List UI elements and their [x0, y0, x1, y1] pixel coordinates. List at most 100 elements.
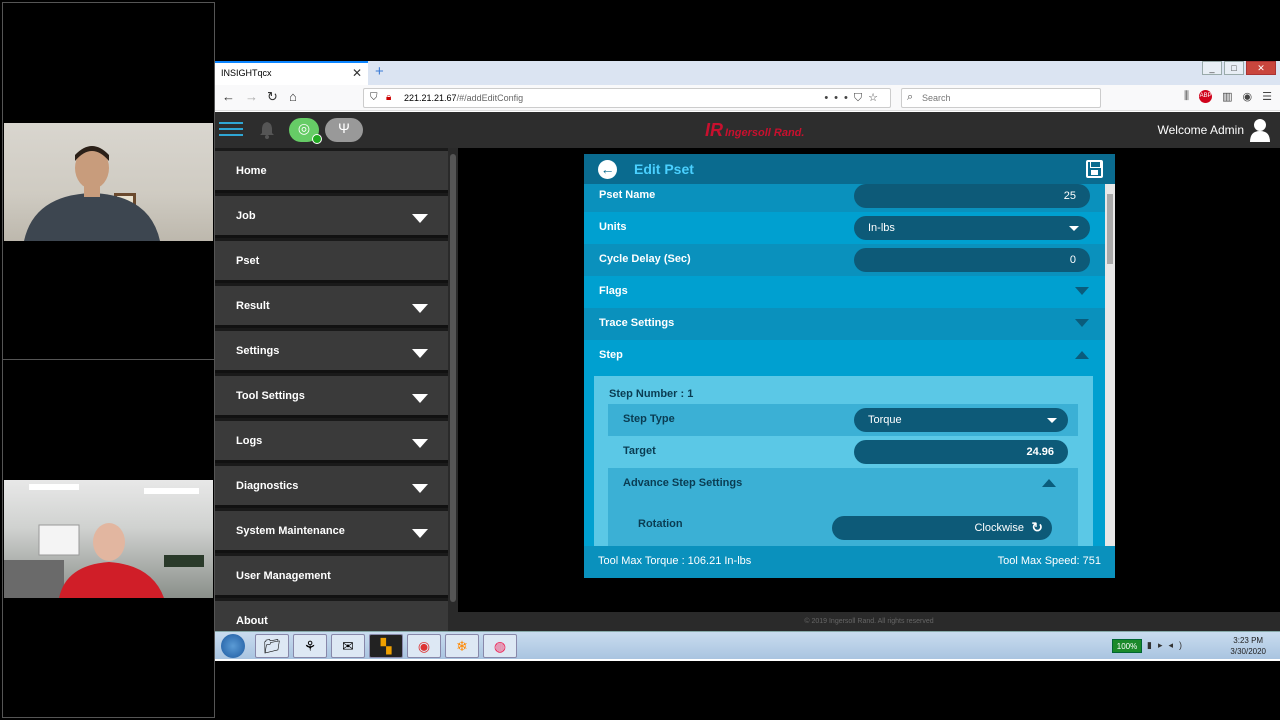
window-controls: _ □ ✕ [1202, 61, 1276, 75]
tool-max-speed: Tool Max Speed: 751 [997, 555, 1101, 567]
new-tab-button[interactable]: + [375, 63, 384, 80]
trace-settings-row[interactable]: Trace Settings [584, 308, 1105, 340]
system-tray-icons[interactable]: ▮▸◂) [1147, 640, 1188, 651]
menu-icon[interactable]: ☰ [1262, 90, 1272, 103]
logo-mark: IR [705, 120, 723, 140]
url-host: 221.21.21.67 [404, 93, 457, 103]
rotation-toggle[interactable]: Clockwise ↻ [832, 516, 1052, 540]
chevron-down-icon[interactable] [412, 304, 428, 313]
system-clock[interactable]: 3:23 PM 3/30/2020 [1230, 635, 1266, 657]
step-type-value: Torque [868, 414, 902, 426]
firefox-icon[interactable]: ◍ [483, 634, 517, 658]
browser-window: INSIGHTqcx ✕ + _ □ ✕ ← → ↻ ⌂ ⛉ 🔒︎ 221.21… [215, 61, 1280, 661]
url-path: /#/addEditConfig [456, 93, 524, 103]
network-app-icon[interactable]: ⚘ [293, 634, 327, 658]
shield-icon[interactable]: ⛉ [370, 92, 378, 103]
copyright-footer: © 2019 Ingersoll Rand. All rights reserv… [458, 612, 1280, 632]
units-value: In-lbs [868, 222, 895, 234]
step-type-label: Step Type [623, 413, 675, 425]
step-type-select[interactable]: Torque [854, 408, 1068, 432]
cycle-delay-label: Cycle Delay (Sec) [599, 253, 691, 265]
flags-row[interactable]: Flags [584, 276, 1105, 308]
page-actions-icons[interactable]: •••⛉☆ [824, 91, 884, 105]
sidebar-item-about[interactable]: About [215, 601, 448, 632]
back-icon[interactable]: ← [222, 89, 235, 104]
target-row: Target 24.96 [608, 436, 1078, 468]
sidebar-scroll-thumb[interactable] [450, 154, 456, 602]
sidebar-item-diagnostics[interactable]: Diagnostics [215, 466, 448, 508]
file-explorer-icon[interactable]: 📁︎ [255, 634, 289, 658]
units-row: Units In-lbs [584, 212, 1105, 244]
sidebar-item-label: Settings [236, 345, 280, 357]
url-bar[interactable]: ⛉ 🔒︎ 221.21.21.67/#/addEditConfig •••⛉☆ [363, 88, 891, 108]
sidebar-item-label: Result [236, 300, 270, 312]
chrome-icon[interactable]: ◉ [407, 634, 441, 658]
panel-header: ← Edit Pset [584, 154, 1115, 184]
tab-title: INSIGHTqcx [221, 68, 272, 78]
reload-icon[interactable]: ↻ [267, 89, 278, 105]
tab-bar: INSIGHTqcx ✕ + _ □ ✕ [215, 61, 1280, 85]
video-panel [2, 2, 215, 718]
panel-body: Pset Name 25 Units In-lbs Cycle Delay (S… [584, 184, 1105, 546]
target-input[interactable]: 24.96 [854, 440, 1068, 464]
insecure-lock-icon[interactable]: 🔒︎ [386, 92, 391, 103]
sidebar-item-settings[interactable]: Settings [215, 331, 448, 373]
chevron-down-icon [1047, 418, 1057, 423]
notification-bell-icon[interactable] [257, 120, 277, 140]
sidebar-item-label: Tool Settings [236, 390, 305, 402]
sidebar-item-user-management[interactable]: User Management [215, 556, 448, 598]
minimize-icon[interactable]: _ [1202, 61, 1222, 75]
chevron-down-icon[interactable] [1075, 319, 1089, 327]
chevron-down-icon[interactable] [412, 529, 428, 538]
sidebar-toggle-icon[interactable]: ▥ [1222, 90, 1232, 103]
tab-close-icon[interactable]: ✕ [352, 66, 362, 80]
window-close-icon[interactable]: ✕ [1246, 61, 1276, 75]
browser-tab[interactable]: INSIGHTqcx ✕ [215, 61, 368, 85]
sidebar-item-system-maintenance[interactable]: System Maintenance [215, 511, 448, 553]
navigation-bar: ← → ↻ ⌂ ⛉ 🔒︎ 221.21.21.67/#/addEditConfi… [215, 85, 1280, 111]
search-input[interactable]: ⌕ Search [901, 88, 1101, 108]
sidebar-item-job[interactable]: Job [215, 196, 448, 238]
maximize-icon[interactable]: □ [1224, 61, 1244, 75]
extension-icon[interactable]: ◉ [1243, 90, 1253, 103]
chevron-down-icon[interactable] [412, 484, 428, 493]
edit-pset-panel: ← Edit Pset Pset Name 25 Units In-lbs Cy… [584, 154, 1115, 578]
sidebar-item-logs[interactable]: Logs [215, 421, 448, 463]
sidebar-item-label: Home [236, 165, 267, 177]
pset-name-input[interactable]: 25 [854, 184, 1090, 208]
usb-button[interactable]: Ψ [325, 118, 363, 142]
chevron-down-icon[interactable] [412, 349, 428, 358]
cycle-delay-input[interactable]: 0 [854, 248, 1090, 272]
hamburger-menu-icon[interactable] [219, 118, 243, 142]
sidebar-item-pset[interactable]: Pset [215, 241, 448, 283]
chevron-up-icon[interactable] [1075, 351, 1089, 359]
adblock-icon[interactable]: ABP [1199, 90, 1213, 103]
sidebar-item-home[interactable]: Home [215, 151, 448, 193]
user-avatar-icon[interactable] [1250, 118, 1270, 142]
sidebar-item-label: System Maintenance [236, 525, 345, 537]
sidebar-item-tool-settings[interactable]: Tool Settings [215, 376, 448, 418]
home-icon[interactable]: ⌂ [289, 89, 297, 104]
library-icon[interactable]: ⫼ [1184, 90, 1189, 103]
units-select[interactable]: In-lbs [854, 216, 1090, 240]
connection-status-button[interactable]: ◎ [289, 118, 322, 144]
start-button-icon[interactable] [221, 634, 245, 658]
tool-max-torque: Tool Max Torque : 106.21 In-lbs [598, 555, 752, 567]
chevron-down-icon[interactable] [1075, 287, 1089, 295]
app-launcher-icon[interactable]: ▚ [369, 634, 403, 658]
chevron-down-icon[interactable] [412, 394, 428, 403]
advance-step-settings-row[interactable]: Advance Step Settings [608, 468, 1078, 500]
chevron-down-icon[interactable] [412, 439, 428, 448]
forward-icon[interactable]: → [245, 89, 258, 104]
panel-scroll-thumb[interactable] [1107, 194, 1113, 264]
save-icon[interactable] [1086, 160, 1103, 178]
units-label: Units [599, 221, 627, 233]
outlook-icon[interactable]: ✉ [331, 634, 365, 658]
battery-indicator[interactable]: 100% [1112, 639, 1142, 653]
sidebar-item-result[interactable]: Result [215, 286, 448, 328]
chevron-down-icon[interactable] [412, 214, 428, 223]
step-row[interactable]: Step [584, 340, 1105, 372]
back-arrow-icon[interactable]: ← [598, 160, 617, 179]
snowflake-app-icon[interactable]: ❄ [445, 634, 479, 658]
chevron-up-icon[interactable] [1042, 479, 1056, 487]
